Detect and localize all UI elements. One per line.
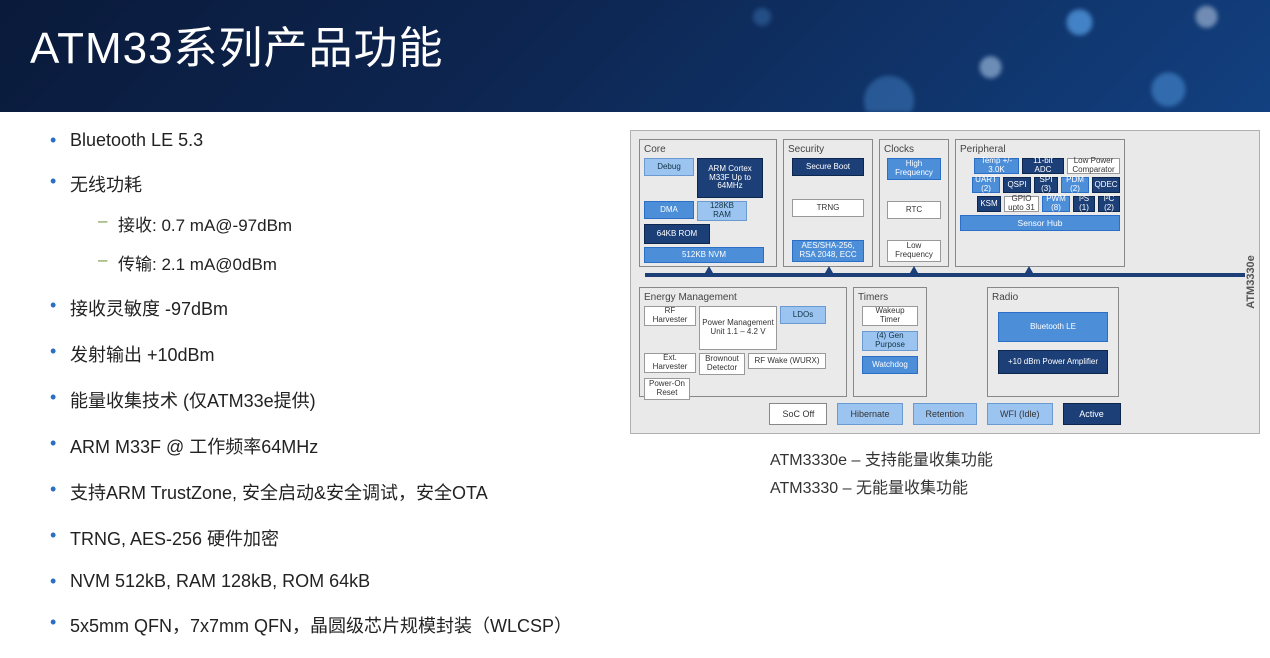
block-cell: Ext. Harvester [644,353,696,373]
block-cell: I²S (1) [1073,196,1095,212]
block-cell: QSPI [1003,177,1031,193]
feature-sub-item: 传输: 2.1 mA@0dBm [70,250,610,275]
diagram-top-row: Core DebugARM Cortex M33F Up to 64MHzDMA… [639,139,1251,267]
block-cell: Low Frequency [887,240,941,262]
feature-item: 无线功耗接收: 0.7 mA@-97dBm传输: 2.1 mA@0dBm [50,171,610,275]
group-clocks: Clocks High FrequencyRTCLow Frequency [879,139,949,267]
block-cell: (4) Gen Purpose [862,331,918,351]
diagram-captions: ATM3330e – 支持能量收集功能 ATM3330 – 无能量收集功能 [630,446,1260,498]
block-cell: Low Power Comparator [1067,158,1120,174]
group-security: Security Secure BootTRNGAES/SHA-256, RSA… [783,139,873,267]
block-cell: Brownout Detector [699,353,745,375]
caption-1: ATM3330e – 支持能量收集功能 [770,446,1260,470]
block-cell: AES/SHA-256, RSA 2048, ECC [792,240,864,262]
caption-2: ATM3330 – 无能量收集功能 [770,474,1260,498]
block-cell: 128KB RAM [697,201,747,221]
block-cell: RF Wake (WURX) [748,353,826,369]
slide-title: ATM33系列产品功能 [30,12,1240,76]
block-cell: GPIO upto 31 [1004,196,1039,212]
block-cell: I²C (2) [1098,196,1120,212]
group-radio: Radio Bluetooth LE+10 dBm Power Amplifie… [987,287,1119,397]
feature-item: Bluetooth LE 5.3 [50,130,610,151]
feature-item: NVM 512kB, RAM 128kB, ROM 64kB [50,571,610,592]
block-cell: High Frequency [887,158,941,180]
feature-list-panel: Bluetooth LE 5.3无线功耗接收: 0.7 mA@-97dBm传输:… [50,130,610,658]
group-timers: Timers Wakeup Timer(4) Gen PurposeWatchd… [853,287,927,397]
group-core: Core DebugARM Cortex M33F Up to 64MHzDMA… [639,139,777,267]
block-cell: PWM (8) [1042,196,1070,212]
block-cell: DMA [644,201,694,219]
block-cell: LDOs [780,306,826,324]
power-mode: SoC Off [769,403,827,425]
slide-header: ATM33系列产品功能 [0,0,1270,112]
block-cell: UART (2) [972,177,1000,193]
block-cell: Temp +/- 3.0K [974,158,1019,174]
feature-list: Bluetooth LE 5.3无线功耗接收: 0.7 mA@-97dBm传输:… [50,130,610,638]
feature-item: TRNG, AES-256 硬件加密 [50,525,610,551]
block-cell: RF Harvester [644,306,696,326]
block-cell: KSM [977,196,1001,212]
block-cell: +10 dBm Power Amplifier [998,350,1108,374]
feature-item: 能量收集技术 (仅ATM33e提供) [50,387,610,413]
block-cell: 64KB ROM [644,224,710,244]
power-mode: Retention [913,403,978,425]
slide-content: Bluetooth LE 5.3无线功耗接收: 0.7 mA@-97dBm传输:… [0,112,1270,658]
block-cell: Power Management Unit 1.1 – 4.2 V [699,306,777,350]
feature-item: 5x5mm QFN，7x7mm QFN，晶圆级芯片规模封装（WLCSP） [50,612,610,638]
block-cell: Secure Boot [792,158,864,176]
block-cell: Debug [644,158,694,176]
block-cell: RTC [887,201,941,219]
feature-item: 接收灵敏度 -97dBm [50,295,610,321]
power-modes-row: SoC Off Hibernate Retention WFI (Idle) Activ… [639,403,1251,425]
block-cell: PDM (2) [1061,177,1089,193]
feature-item: 发射输出 +10dBm [50,341,610,367]
feature-item: ARM M33F @ 工作频率64MHz [50,433,610,459]
block-diagram: ATM3330e Core DebugARM Cortex M33F Up to… [630,130,1260,434]
block-cell: ARM Cortex M33F Up to 64MHz [697,158,763,198]
block-cell: SPI (3) [1034,177,1058,193]
block-cell: 512KB NVM [644,247,764,263]
block-cell: TRNG [792,199,864,217]
block-cell: 11-bit ADC [1022,158,1064,174]
feature-item: 支持ARM TrustZone, 安全启动&安全调试，安全OTA [50,479,610,505]
block-cell: Watchdog [862,356,918,374]
feature-sub-item: 接收: 0.7 mA@-97dBm [70,211,610,236]
block-cell: Power-On Reset [644,378,690,400]
bus-line [645,273,1245,277]
group-peripheral: Peripheral Temp +/- 3.0K11-bit ADCLow Po… [955,139,1125,267]
power-mode: Active [1063,403,1121,425]
power-mode: Hibernate [837,403,902,425]
power-mode: WFI (Idle) [987,403,1053,425]
group-energy: Energy Management RF HarvesterPower Mana… [639,287,847,397]
block-cell: Wakeup Timer [862,306,918,326]
block-cell: QDEC [1092,177,1120,193]
diagram-bottom-row: Energy Management RF HarvesterPower Mana… [639,287,1251,397]
diagram-panel: ATM3330e Core DebugARM Cortex M33F Up to… [630,130,1260,658]
block-cell: Bluetooth LE [998,312,1108,342]
